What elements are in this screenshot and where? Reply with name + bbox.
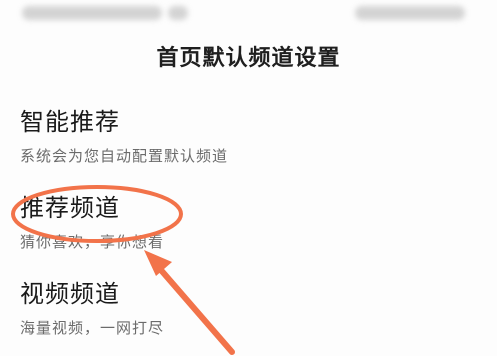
option-video-channel[interactable]: 视频频道 海量视频，一网打尽 bbox=[20, 274, 420, 338]
option-recommend-channel[interactable]: 推荐频道 猜你喜欢，享你想看 bbox=[20, 188, 420, 252]
option-label: 智能推荐 bbox=[20, 108, 120, 136]
screen: 首页默认频道设置 智能推荐 系统会为您自动配置默认频道 推荐频道 猜你喜欢，享你… bbox=[0, 0, 497, 356]
signal-icon bbox=[168, 6, 188, 20]
option-label: 视频频道 bbox=[20, 280, 120, 308]
option-smart-recommend[interactable]: 智能推荐 系统会为您自动配置默认频道 bbox=[20, 102, 420, 166]
status-bar bbox=[0, 0, 497, 28]
option-description: 猜你喜欢，享你想看 bbox=[20, 233, 165, 251]
status-bar-left-blurred bbox=[22, 6, 162, 20]
option-description: 系统会为您自动配置默认频道 bbox=[20, 147, 229, 165]
page-title: 首页默认频道设置 bbox=[156, 46, 341, 71]
option-label: 推荐频道 bbox=[20, 194, 120, 222]
status-bar-right-blurred bbox=[355, 6, 465, 20]
option-description: 海量视频，一网打尽 bbox=[20, 319, 165, 337]
